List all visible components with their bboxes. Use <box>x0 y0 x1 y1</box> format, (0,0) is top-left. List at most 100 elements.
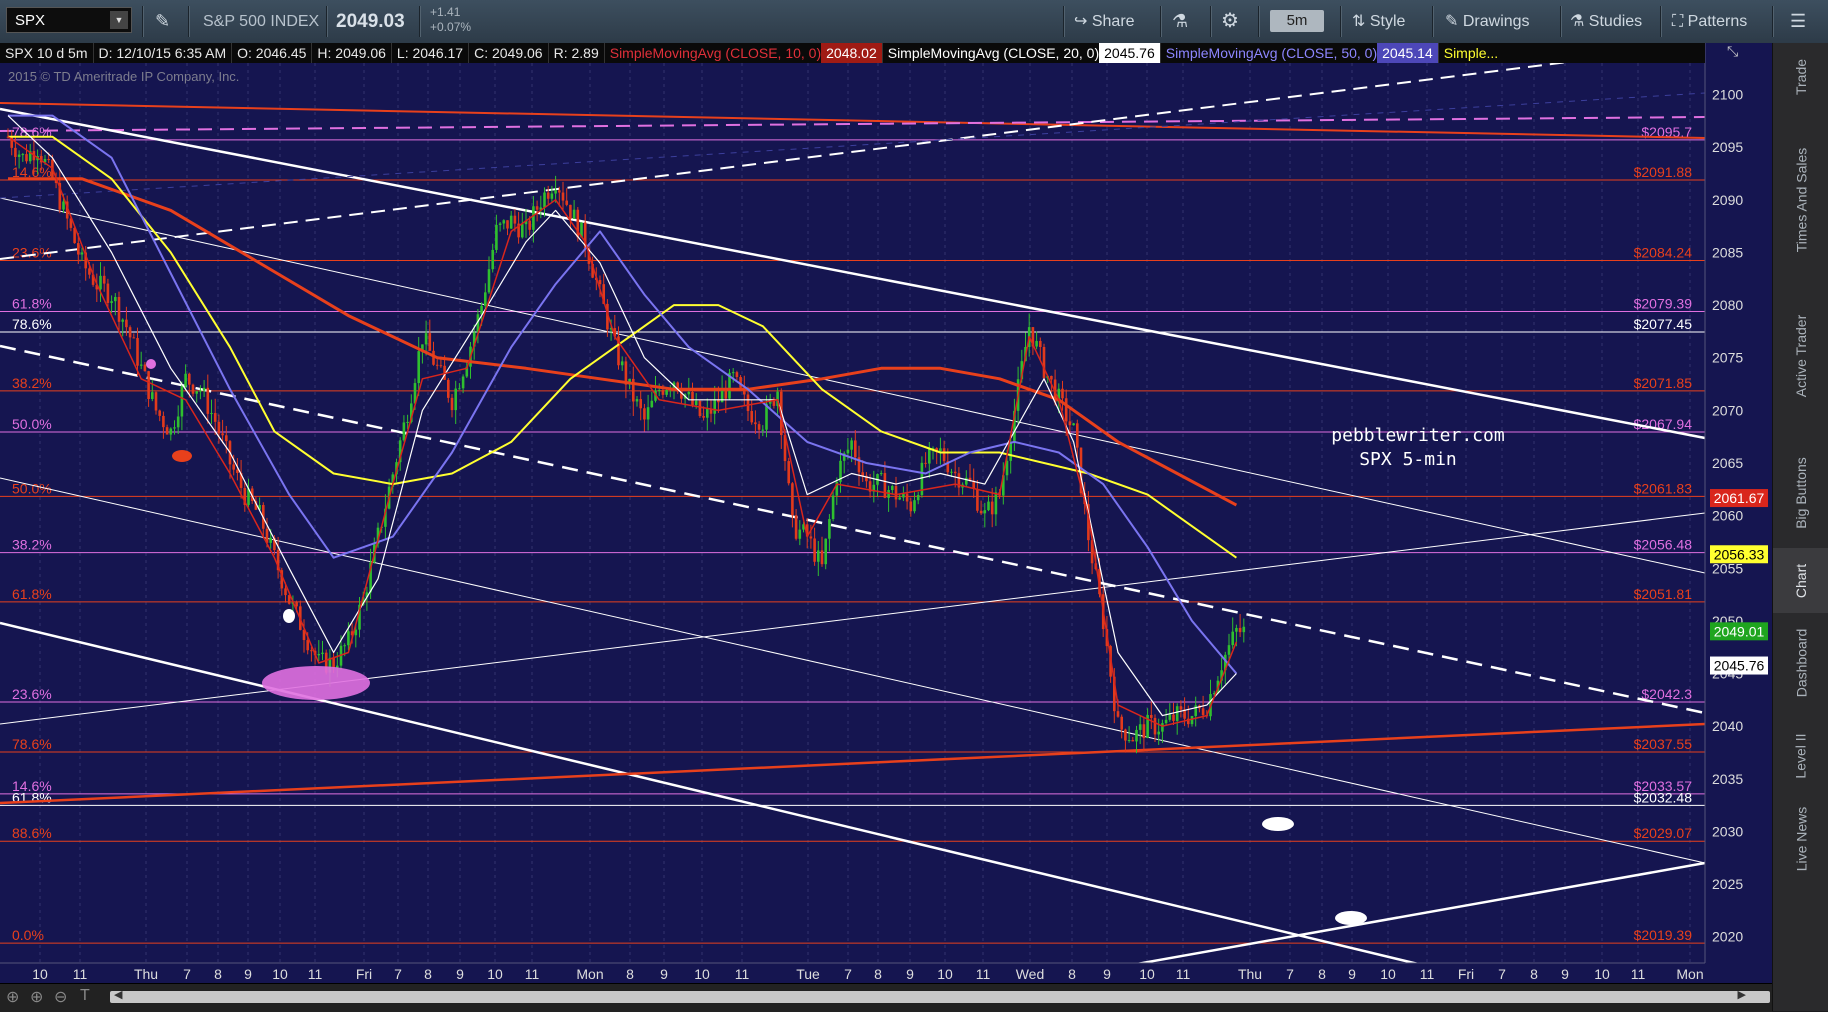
candle-body <box>928 449 931 464</box>
timeframe-button[interactable]: 5m <box>1270 10 1324 32</box>
candle-body <box>1039 340 1042 348</box>
candle-body <box>661 390 665 395</box>
chart-scrollbar[interactable]: ◀ ▶ <box>110 988 1770 1003</box>
divider <box>326 6 328 37</box>
tab-trade[interactable]: Trade <box>1773 49 1828 105</box>
tab-active-trader[interactable]: Active Trader <box>1773 293 1828 418</box>
style-button[interactable]: ⇅ Style <box>1352 0 1405 43</box>
studies-button[interactable]: ⚗ Studies <box>1570 0 1642 43</box>
candle-body <box>950 471 953 473</box>
candle-body <box>572 209 576 219</box>
menu-icon[interactable]: ☰ <box>1790 0 1806 43</box>
candle-body <box>99 275 102 290</box>
y-tick-label: 2035 <box>1712 771 1743 787</box>
tab-big-buttons[interactable]: Big Buttons <box>1773 438 1828 548</box>
x-tick-label: 11 <box>976 966 991 982</box>
price-tag-label: 2049.01 <box>1714 623 1765 639</box>
x-tick-label: Thu <box>134 966 158 982</box>
bar-low: L: 2046.17 <box>392 43 470 63</box>
trendline <box>0 57 1601 260</box>
level-right-label: $2079.39 <box>1634 296 1693 312</box>
tab-live-news[interactable]: Live News <box>1773 795 1828 883</box>
zoom-in-icon[interactable]: ⊕ <box>30 987 43 1007</box>
divider <box>1560 6 1562 37</box>
tab-dashboard[interactable]: Dashboard <box>1773 613 1828 713</box>
candle-body <box>191 384 195 394</box>
symbol-input[interactable]: SPX ▼ <box>6 7 132 33</box>
candle-body <box>213 413 217 422</box>
tab-times-and-sales[interactable]: Times And Sales <box>1773 125 1828 275</box>
candle-body <box>202 387 206 391</box>
trendline <box>0 722 1706 805</box>
candle-body <box>139 364 143 366</box>
candle-body <box>994 492 998 515</box>
pencil-icon[interactable]: ✎ <box>155 0 170 43</box>
candle-body <box>1168 714 1172 720</box>
pan-icon[interactable]: ⊕ <box>6 987 19 1007</box>
x-tick-label: 10 <box>1139 966 1155 982</box>
candle-body <box>824 538 827 565</box>
candle-body <box>1175 706 1179 721</box>
candle-body <box>550 193 554 199</box>
candle-body <box>650 400 654 408</box>
candle-body <box>206 387 210 414</box>
x-tick-label: Thu <box>1238 966 1262 982</box>
y-tick-label: 2090 <box>1712 192 1743 208</box>
marker-ellipse <box>1335 911 1367 925</box>
chart-area[interactable]: 78.6% $2095.7 14.6% $2091.88 23.6% $2084.24 61… <box>0 43 1772 983</box>
candle-body <box>165 427 169 435</box>
candle-body <box>794 515 798 539</box>
candle-body <box>424 333 428 345</box>
candle-body <box>990 501 994 515</box>
candle-body <box>817 550 820 562</box>
candle-body <box>14 147 17 157</box>
tab-label: Chart <box>1792 563 1809 598</box>
candle-body <box>1138 724 1142 730</box>
level-left-label: 38.2% <box>12 537 52 553</box>
share-button[interactable]: ↪ Share <box>1074 0 1135 43</box>
time-axis[interactable] <box>0 963 1772 983</box>
candle-body <box>21 154 25 156</box>
candle-body <box>1153 717 1157 735</box>
y-tick-label: 2025 <box>1712 876 1743 892</box>
scroll-right-icon[interactable]: ▶ <box>1738 988 1746 1001</box>
gear-icon[interactable]: ⚙ <box>1221 0 1239 43</box>
candle-body <box>295 602 298 607</box>
tab-label: Big Buttons <box>1793 457 1810 529</box>
patterns-button[interactable]: ⛶ Patterns <box>1672 0 1747 43</box>
x-tick-label: 9 <box>1348 966 1356 982</box>
x-tick-label: 11 <box>308 966 323 982</box>
scroll-left-icon[interactable]: ◀ <box>114 988 122 1001</box>
sma20-value: 2045.76 <box>1099 43 1161 63</box>
candle-body <box>1242 626 1246 633</box>
candle-body <box>735 372 739 377</box>
last-price: 2049.03 <box>336 11 405 32</box>
text-tool-icon[interactable]: T <box>80 987 90 1005</box>
y-tick-label: 2020 <box>1712 929 1743 945</box>
candle-body <box>1157 731 1160 735</box>
tab-level-ii[interactable]: Level II <box>1773 721 1828 791</box>
x-tick-label: Fri <box>356 966 372 982</box>
candle-body <box>195 391 198 394</box>
symbol-text: SPX <box>15 12 46 29</box>
candle-body <box>491 249 494 270</box>
price-chart[interactable]: 78.6% $2095.714.6% $2091.8823.6% $2084.2461… <box>0 43 1772 983</box>
trendline <box>0 344 1706 715</box>
y-tick-label: 2075 <box>1712 350 1743 366</box>
collapse-icon[interactable]: ⤡ <box>1727 43 1738 59</box>
chevron-down-icon[interactable]: ▼ <box>110 11 128 29</box>
drawings-button[interactable]: ✎ Drawings <box>1445 0 1530 43</box>
tab-chart[interactable]: Chart <box>1773 548 1828 613</box>
flask-icon[interactable]: ⚗ <box>1172 0 1188 43</box>
x-tick-label: Wed <box>1016 966 1045 982</box>
candle-body <box>750 411 753 423</box>
candle-body <box>1150 715 1153 718</box>
x-tick-label: 9 <box>244 966 252 982</box>
candle-body <box>761 429 765 431</box>
candle-body <box>924 462 927 464</box>
candle-body <box>565 200 568 205</box>
x-tick-label: 7 <box>844 966 852 982</box>
candle-body <box>558 190 561 193</box>
sma50-line <box>8 114 1238 675</box>
zoom-out-icon[interactable]: ⊖ <box>54 987 67 1007</box>
